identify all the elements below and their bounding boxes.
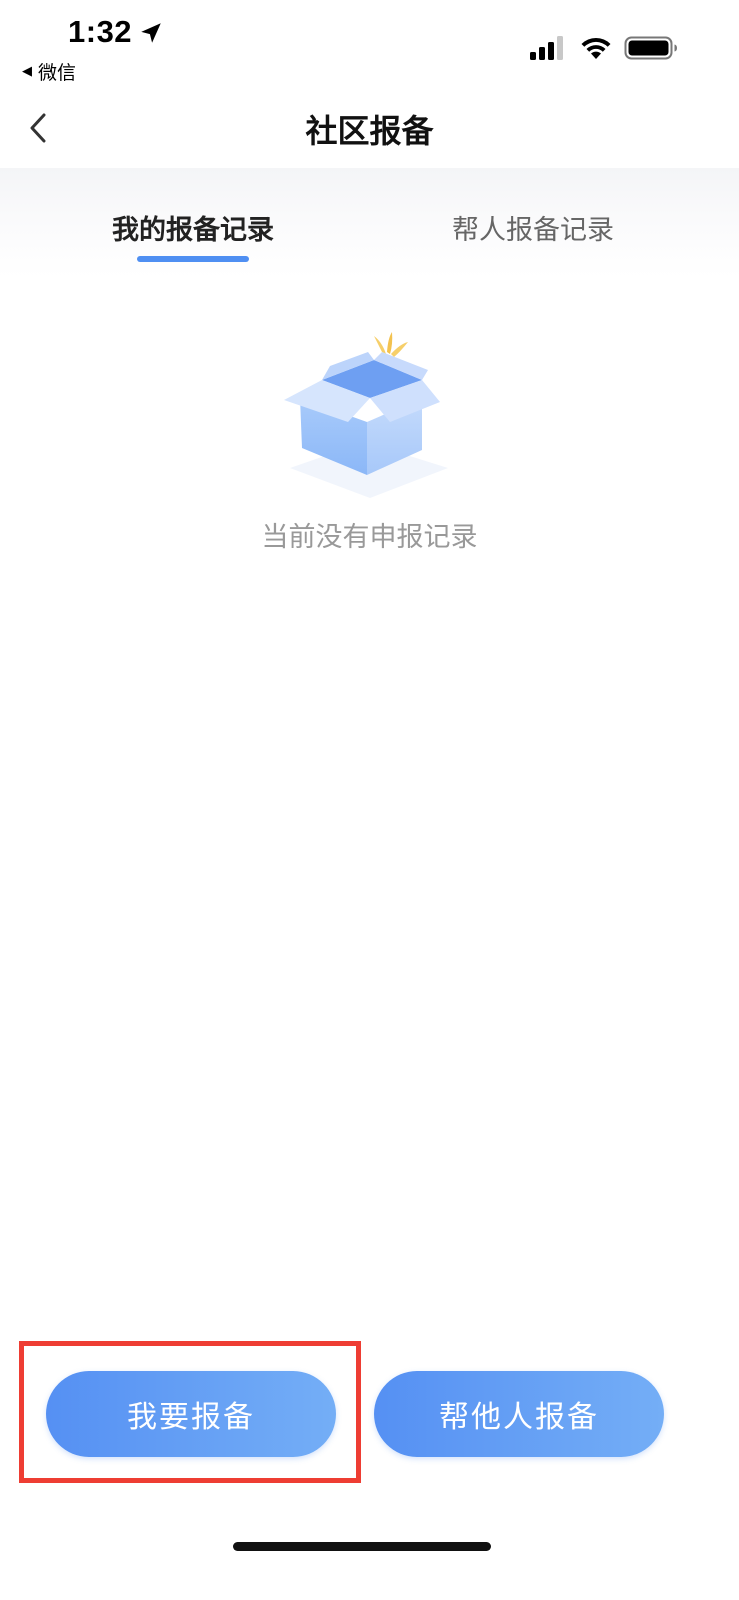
home-indicator[interactable] — [233, 1542, 491, 1551]
status-time: 1:32 — [68, 14, 133, 49]
empty-state-text: 当前没有申报记录 — [261, 522, 478, 553]
tab-others-records[interactable]: 帮人报备记录 — [452, 208, 614, 247]
signal-icon — [530, 36, 563, 60]
location-arrow-icon — [141, 23, 161, 43]
tabs-background — [0, 168, 739, 278]
battery-icon — [624, 36, 677, 60]
back-app-label: 微信 — [38, 62, 77, 84]
wifi-icon — [581, 37, 611, 59]
report-for-others-button[interactable]: 帮他人报备 — [374, 1371, 664, 1457]
back-triangle-icon: ◀ — [22, 64, 32, 79]
report-self-button[interactable]: 我要报备 — [46, 1371, 336, 1457]
page-title: 社区报备 — [305, 112, 434, 150]
tab-my-records[interactable]: 我的报备记录 — [112, 208, 274, 247]
empty-box-icon — [284, 332, 448, 498]
back-to-app-link[interactable]: ◀ 微信 — [22, 58, 76, 85]
active-tab-indicator — [137, 256, 249, 262]
